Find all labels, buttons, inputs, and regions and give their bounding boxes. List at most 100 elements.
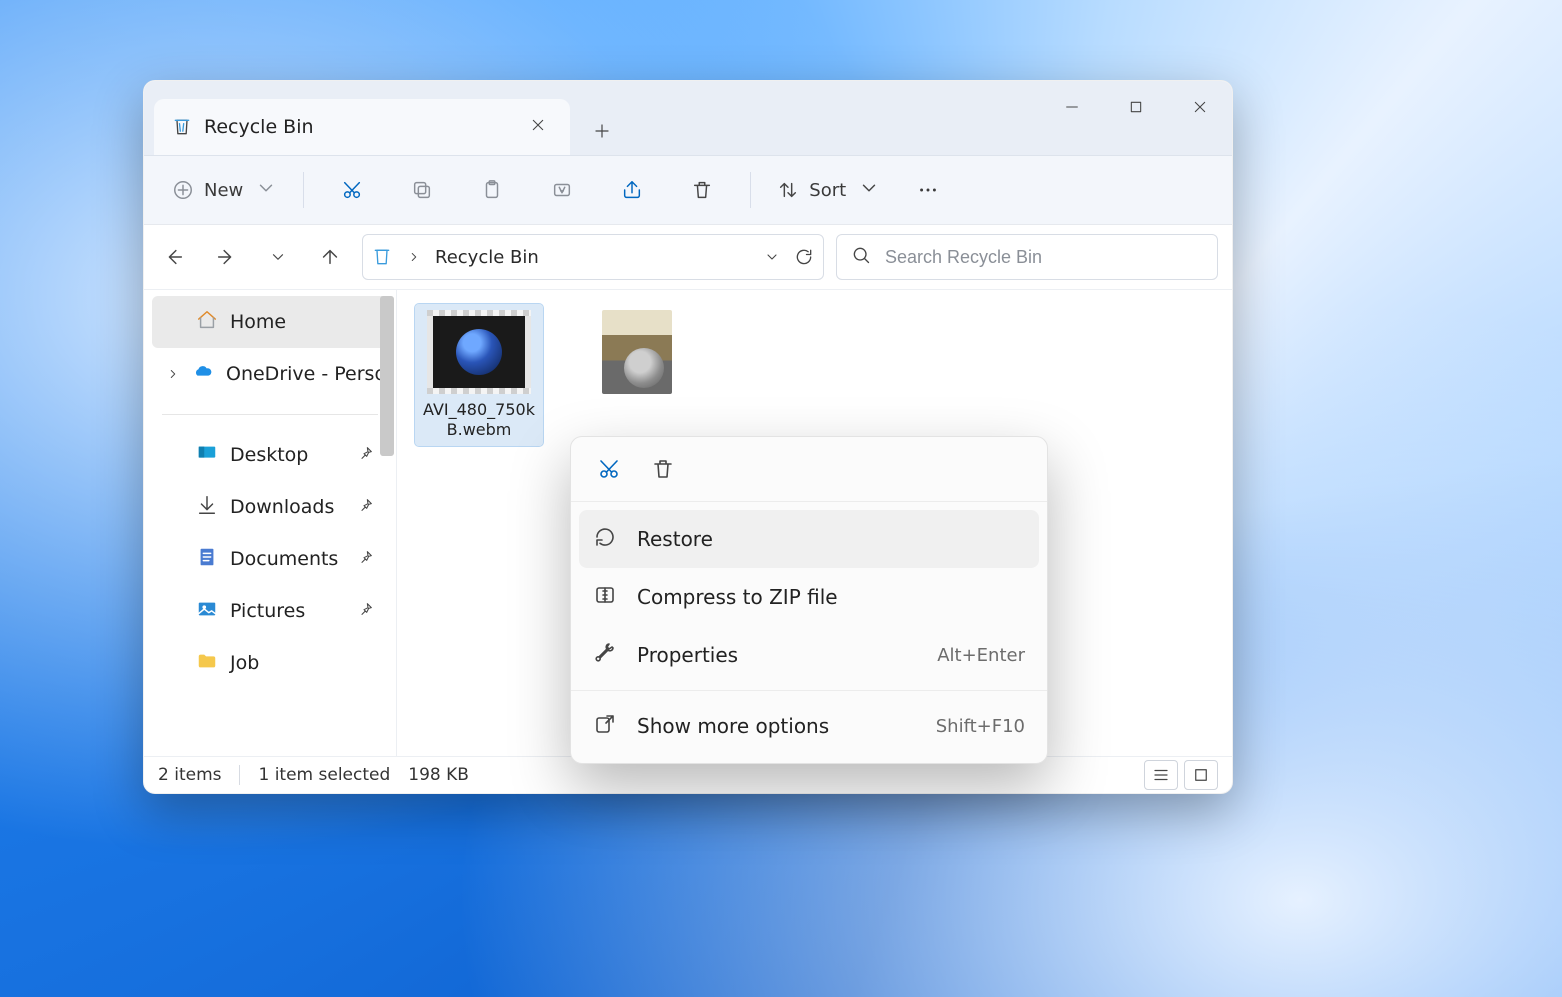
sidebar-item-home[interactable]: Home	[152, 296, 388, 348]
context-item-compress[interactable]: Compress to ZIP file	[571, 568, 1047, 626]
address-row: Recycle Bin	[144, 225, 1232, 290]
status-item-count: 2 items	[158, 765, 221, 785]
paste-button[interactable]	[460, 168, 524, 212]
context-item-shortcut: Alt+Enter	[937, 645, 1025, 666]
context-cut-button[interactable]	[591, 451, 627, 487]
recycle-bin-icon	[371, 246, 393, 268]
sidebar-item-label: Downloads	[230, 496, 334, 518]
context-item-properties[interactable]: Properties Alt+Enter	[571, 626, 1047, 684]
context-item-more-options[interactable]: Show more options Shift+F10	[571, 697, 1047, 755]
folder-icon	[196, 650, 218, 677]
view-toggles	[1144, 760, 1218, 790]
sidebar-item-desktop[interactable]: Desktop	[152, 429, 388, 481]
pin-icon	[358, 600, 374, 622]
refresh-button[interactable]	[793, 246, 815, 268]
status-selection: 1 item selected	[258, 765, 390, 785]
chevron-right-icon[interactable]	[166, 367, 180, 381]
titlebar: Recycle Bin	[144, 81, 1232, 156]
scrollbar-thumb[interactable]	[380, 296, 394, 456]
sidebar-item-documents[interactable]: Documents	[152, 533, 388, 585]
pin-icon	[358, 548, 374, 570]
context-item-label: Properties	[637, 643, 738, 667]
sidebar-item-label: Home	[230, 311, 286, 333]
image-thumbnail	[602, 310, 672, 394]
restore-icon	[593, 525, 617, 554]
home-icon	[196, 309, 218, 336]
tab-close-button[interactable]	[524, 111, 552, 143]
video-thumbnail	[427, 310, 531, 394]
pin-icon	[358, 496, 374, 518]
properties-icon	[593, 641, 617, 670]
nav-forward-button[interactable]	[206, 237, 246, 277]
share-button[interactable]	[600, 168, 664, 212]
sort-button[interactable]: Sort	[767, 168, 890, 212]
context-item-label: Restore	[637, 527, 713, 551]
sidebar-item-label: Pictures	[230, 600, 305, 622]
sidebar-item-pictures[interactable]: Pictures	[152, 585, 388, 637]
window-minimize-button[interactable]	[1040, 81, 1104, 133]
search-input[interactable]	[883, 246, 1203, 269]
window-maximize-button[interactable]	[1104, 81, 1168, 133]
breadcrumb-segment[interactable]: Recycle Bin	[435, 247, 539, 268]
copy-button[interactable]	[390, 168, 454, 212]
view-details-button[interactable]	[1144, 760, 1178, 790]
pictures-icon	[196, 598, 218, 625]
context-item-label: Show more options	[637, 714, 829, 738]
sidebar-item-downloads[interactable]: Downloads	[152, 481, 388, 533]
sidebar-item-label: OneDrive - Perso	[226, 363, 386, 385]
navigation-pane: Home OneDrive - Perso Desktop	[144, 290, 397, 756]
desktop-icon	[196, 442, 218, 469]
sidebar-scrollbar[interactable]	[378, 294, 396, 752]
chevron-right-icon	[403, 246, 425, 268]
toolbar-separator	[303, 172, 304, 208]
file-name: AVI_480_750kB.webm	[419, 400, 539, 440]
nav-up-button[interactable]	[310, 237, 350, 277]
recycle-bin-icon	[172, 117, 192, 137]
sidebar-item-label: Job	[230, 652, 259, 674]
new-button-label: New	[204, 180, 243, 201]
view-icons-button[interactable]	[1184, 760, 1218, 790]
window-controls	[1040, 81, 1232, 133]
sort-button-label: Sort	[809, 180, 846, 201]
downloads-icon	[196, 494, 218, 521]
context-menu-quick-actions	[571, 437, 1047, 502]
file-item[interactable]: AVI_480_750kB.webm	[415, 304, 543, 446]
toolbar: New Sort	[144, 156, 1232, 225]
context-menu: Restore Compress to ZIP file Properties …	[570, 436, 1048, 764]
chevron-down-icon	[255, 177, 277, 203]
delete-button[interactable]	[670, 168, 734, 212]
nav-recent-button[interactable]	[258, 237, 298, 277]
context-item-label: Compress to ZIP file	[637, 585, 838, 609]
context-item-restore[interactable]: Restore	[579, 510, 1039, 568]
new-tab-button[interactable]	[578, 107, 626, 155]
pin-icon	[358, 444, 374, 466]
toolbar-separator	[750, 172, 751, 208]
tab-title: Recycle Bin	[204, 116, 314, 138]
context-menu-separator	[571, 690, 1047, 691]
sidebar-divider	[162, 414, 378, 415]
chevron-down-icon[interactable]	[761, 246, 783, 268]
context-delete-button[interactable]	[645, 451, 681, 487]
rename-button[interactable]	[530, 168, 594, 212]
sidebar-item-label: Desktop	[230, 444, 308, 466]
new-button[interactable]: New	[162, 168, 287, 212]
sidebar-item-onedrive[interactable]: OneDrive - Perso	[152, 348, 388, 400]
sidebar-item-label: Documents	[230, 548, 338, 570]
onedrive-icon	[192, 361, 214, 388]
tab-strip: Recycle Bin	[144, 81, 626, 155]
cut-button[interactable]	[320, 168, 384, 212]
status-size: 198 KB	[408, 765, 469, 785]
address-bar[interactable]: Recycle Bin	[362, 234, 824, 280]
context-item-shortcut: Shift+F10	[936, 716, 1025, 737]
chevron-down-icon	[858, 177, 880, 203]
zip-icon	[593, 583, 617, 612]
more-button[interactable]	[896, 168, 960, 212]
window-close-button[interactable]	[1168, 81, 1232, 133]
search-box[interactable]	[836, 234, 1218, 280]
nav-back-button[interactable]	[154, 237, 194, 277]
tab-recycle-bin[interactable]: Recycle Bin	[154, 99, 570, 155]
sidebar-item-job[interactable]: Job	[152, 637, 388, 689]
documents-icon	[196, 546, 218, 573]
desktop-background: Recycle Bin New	[0, 0, 1562, 997]
file-item[interactable]	[573, 304, 701, 406]
